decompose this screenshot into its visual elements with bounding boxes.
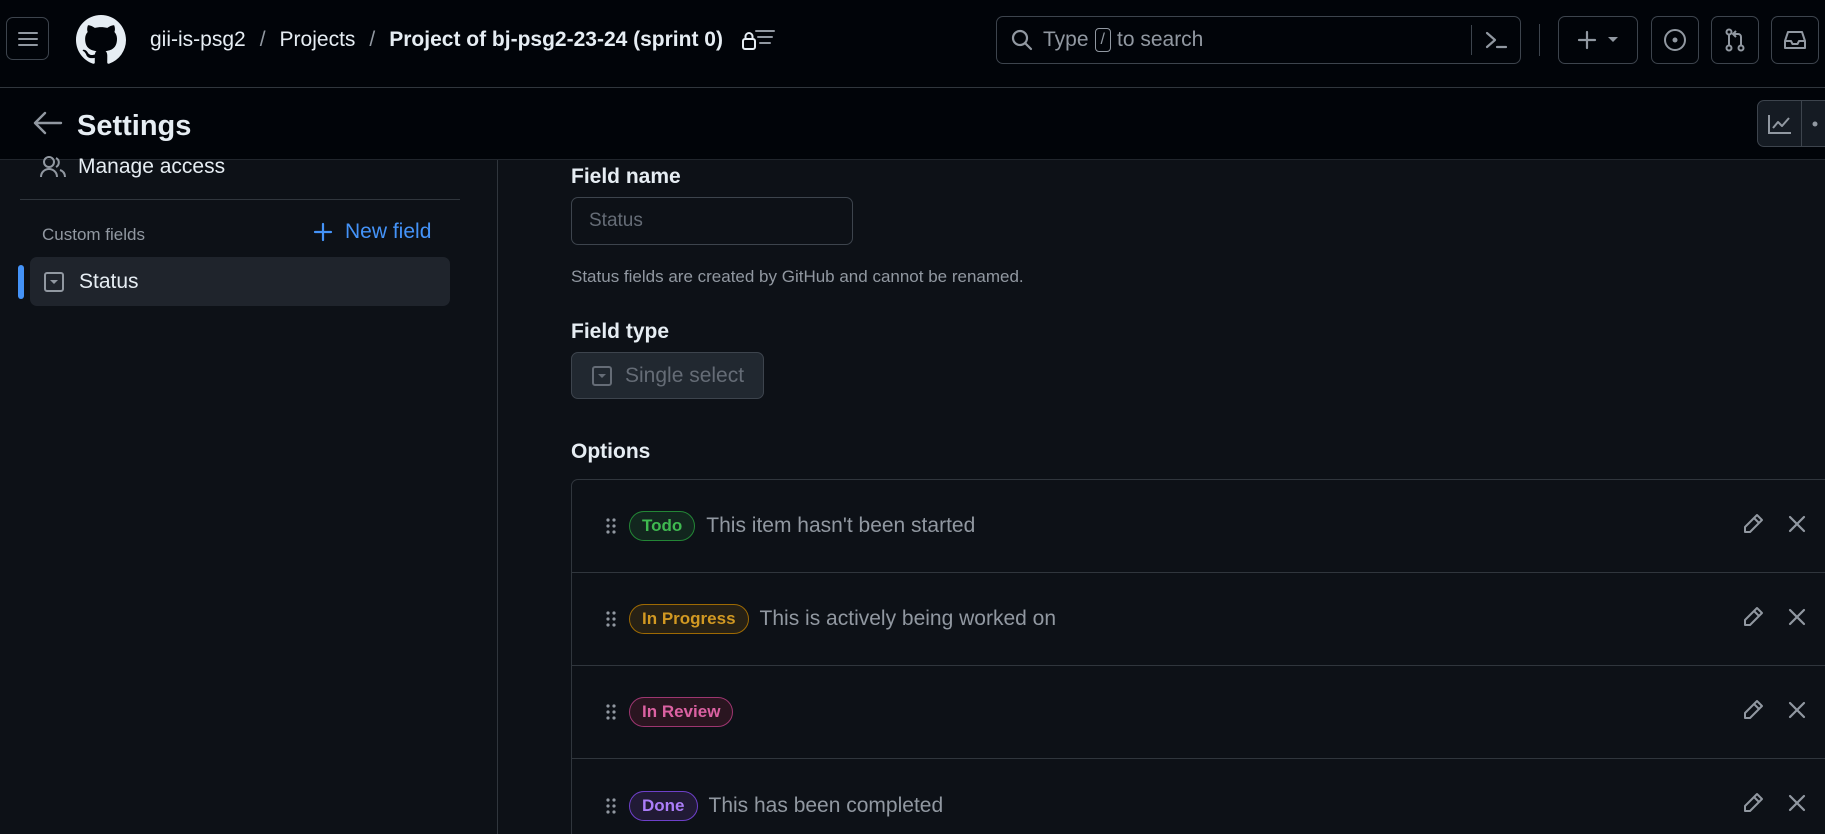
field-name-input[interactable]: Status (571, 197, 853, 245)
people-icon (40, 156, 66, 178)
insights-button[interactable] (1758, 101, 1802, 146)
edit-option-button[interactable] (1741, 605, 1765, 634)
x-icon (1788, 794, 1806, 812)
x-icon (1788, 701, 1806, 718)
grabber-icon[interactable] (606, 517, 616, 535)
pull-requests-button[interactable] (1711, 16, 1759, 64)
edit-option-button[interactable] (1741, 791, 1765, 820)
field-type-select[interactable]: Single select (571, 352, 764, 399)
pencil-icon (1744, 606, 1763, 626)
search-input[interactable]: Type / to search (996, 16, 1521, 64)
option-description: This has been completed (708, 793, 944, 817)
field-name-placeholder: Status (589, 210, 643, 231)
field-type-label: Field type (571, 320, 670, 343)
option-row: Todo This item hasn't been started (572, 480, 1825, 573)
inbox-icon (1784, 31, 1806, 49)
option-actions (1741, 666, 1807, 758)
search-icon (1011, 29, 1033, 51)
option-description: This is actively being worked on (759, 607, 1057, 630)
sidebar-item-label: Status (79, 269, 139, 293)
option-actions (1741, 759, 1807, 834)
sidebar-item-manage-access[interactable]: Manage access (40, 154, 225, 180)
pull-request-icon (1725, 28, 1745, 52)
field-name-help: Status fields are created by GitHub and … (571, 267, 1024, 286)
sidebar-item-status[interactable]: Status (30, 257, 450, 306)
more-options-button[interactable] (1802, 101, 1825, 146)
arrow-left-icon (33, 111, 63, 135)
option-row: Done This has been completed (572, 759, 1825, 834)
menu-button[interactable] (6, 17, 49, 60)
single-select-icon (43, 271, 65, 293)
breadcrumb-current-project[interactable]: Project of bj-psg2-23-24 (sprint 0) (389, 28, 723, 52)
breadcrumb-separator: / (369, 28, 376, 51)
search-placeholder-suffix: to search (1116, 28, 1204, 51)
pencil-icon (1744, 699, 1763, 719)
create-new-button[interactable] (1558, 16, 1638, 64)
option-actions (1741, 573, 1807, 665)
breadcrumb-org[interactable]: gii-is-psg2 (150, 28, 246, 52)
options-list: Todo This item hasn't been started In Prog… (571, 479, 1825, 834)
search-divider (1471, 25, 1472, 55)
option-description: This item hasn't been started (706, 514, 976, 537)
hamburger-icon (17, 31, 38, 46)
x-icon (1788, 608, 1806, 625)
option-label-pill: Done (629, 790, 698, 821)
graph-icon (1767, 114, 1791, 134)
option-row: In Review (572, 666, 1825, 759)
caret-down-icon (1608, 37, 1618, 42)
pencil-icon (1744, 513, 1763, 533)
grabber-icon[interactable] (606, 610, 616, 628)
edit-option-button[interactable] (1741, 512, 1765, 541)
custom-fields-heading: Custom fields (42, 225, 145, 244)
search-shortcut-key: / (1094, 28, 1111, 52)
back-button[interactable] (33, 110, 63, 141)
new-field-button[interactable]: New field (313, 220, 431, 244)
sidebar-divider (20, 199, 460, 200)
header-divider (1539, 24, 1540, 56)
remove-option-button[interactable] (1787, 514, 1807, 539)
option-label-pill: In Progress (629, 604, 749, 634)
sidebar-item-label: Manage access (78, 155, 226, 178)
single-select-icon (592, 365, 612, 386)
plus-icon (313, 222, 333, 242)
terminal-icon[interactable] (1484, 29, 1508, 56)
global-header: gii-is-psg2 / Projects / Project of bj-p… (0, 0, 1825, 88)
grabber-icon[interactable] (606, 703, 616, 721)
selected-indicator (18, 265, 24, 299)
field-type-value: Single select (625, 363, 745, 387)
edit-option-button[interactable] (1741, 698, 1765, 727)
remove-option-button[interactable] (1787, 607, 1807, 632)
plus-icon (1577, 30, 1597, 50)
option-label-pill: In Review (629, 697, 734, 727)
options-label: Options (571, 440, 651, 463)
page-title: Settings (77, 110, 192, 142)
new-field-label: New field (345, 220, 432, 243)
breadcrumb-separator: / (259, 28, 266, 51)
issues-button[interactable] (1651, 16, 1699, 64)
project-actions (1757, 100, 1825, 147)
github-logo[interactable] (76, 15, 126, 65)
x-icon (1788, 515, 1806, 532)
option-actions (1741, 480, 1807, 572)
list-icon[interactable] (755, 28, 777, 51)
settings-sidebar: Manage access Custom fields New field St… (0, 155, 498, 834)
option-row: In Progress This is actively being worked… (572, 573, 1825, 666)
grabber-icon[interactable] (606, 797, 616, 815)
inbox-button[interactable] (1771, 16, 1819, 64)
pencil-icon (1744, 793, 1763, 812)
breadcrumb: gii-is-psg2 / Projects / Project of bj-p… (150, 28, 757, 52)
settings-header: Settings (0, 88, 1825, 160)
remove-option-button[interactable] (1787, 793, 1807, 818)
remove-option-button[interactable] (1787, 700, 1807, 725)
breadcrumb-projects[interactable]: Projects (280, 28, 356, 52)
search-placeholder: Type / to search (1043, 28, 1203, 52)
search-placeholder-prefix: Type (1043, 28, 1089, 51)
issue-icon (1664, 29, 1686, 51)
field-name-label: Field name (571, 165, 681, 188)
kebab-icon (1812, 121, 1818, 126)
option-label-pill: Todo (629, 511, 696, 541)
